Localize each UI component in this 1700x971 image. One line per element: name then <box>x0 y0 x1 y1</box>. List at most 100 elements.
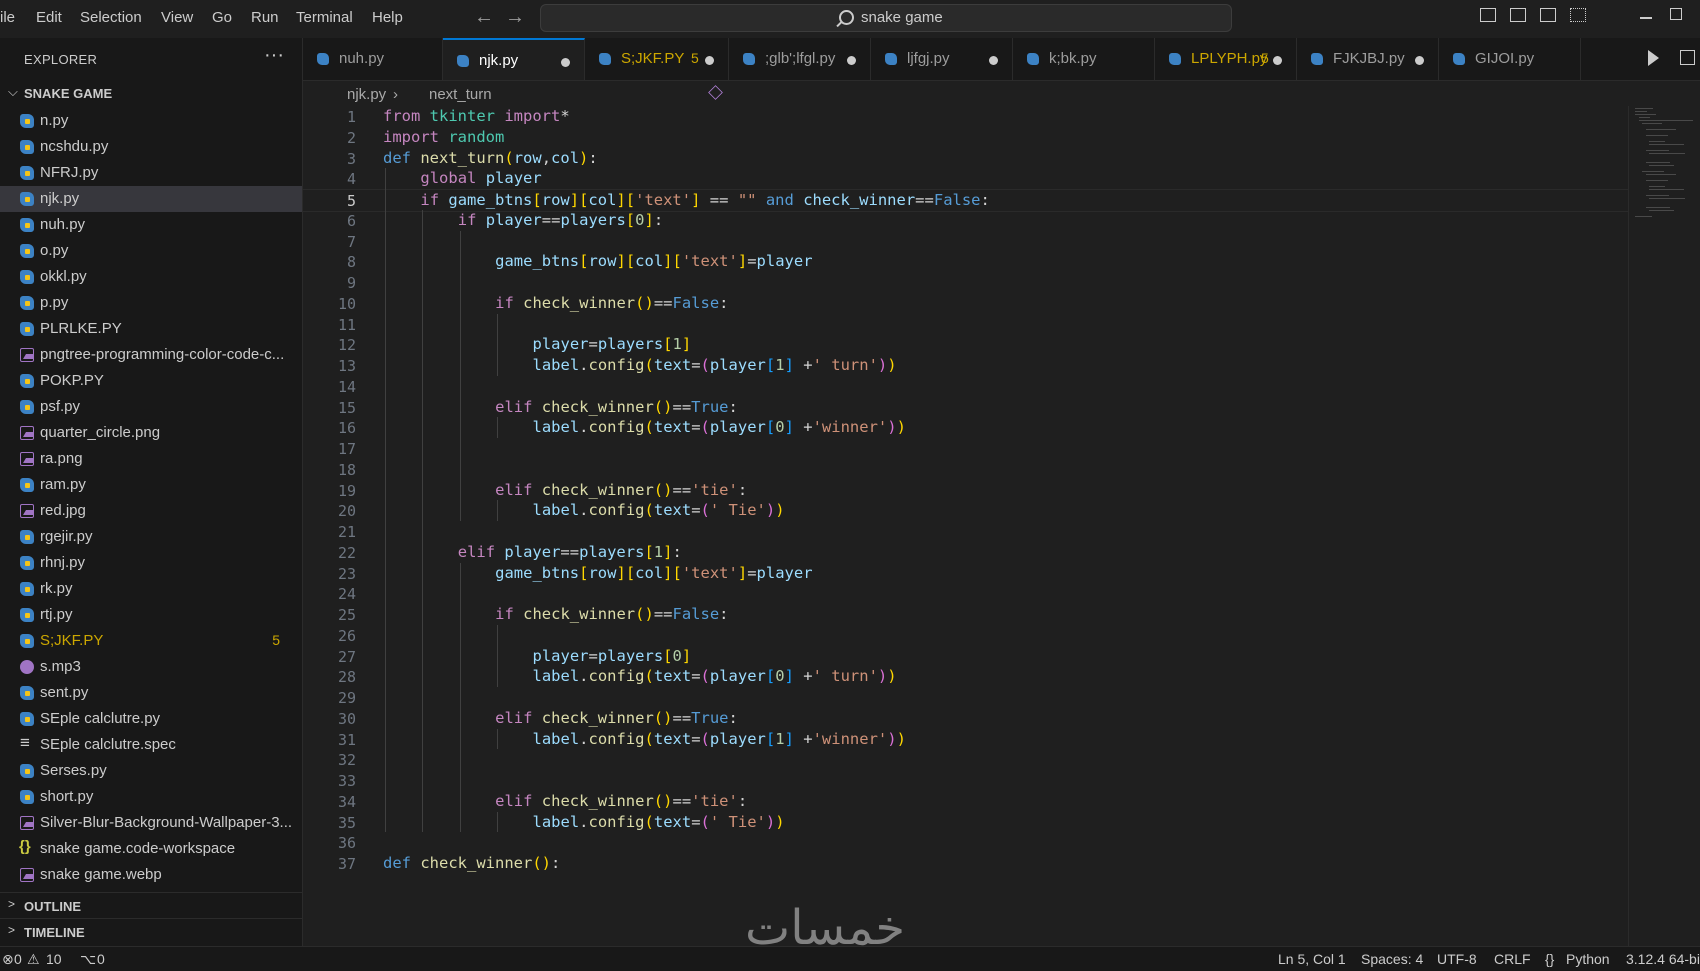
code-line[interactable]: 1 from tkinter import* <box>303 106 1628 129</box>
file-tree-item[interactable]: okkl.py <box>0 264 302 290</box>
file-tree-item[interactable]: rk.py <box>0 576 302 602</box>
editor-tab[interactable]: ;glb';lfgl.py <box>729 38 871 80</box>
editor-tab[interactable]: ljfgj.py <box>871 38 1013 80</box>
code-line[interactable]: 23 game_btns[row][col]['text']=player <box>303 563 1628 586</box>
code-line[interactable]: 24 <box>303 583 1628 606</box>
file-tree-item[interactable]: rgejir.py <box>0 524 302 550</box>
end-of-line[interactable]: CRLF <box>1494 951 1531 967</box>
code-line[interactable]: 12 player=players[1] <box>303 334 1628 357</box>
code-line[interactable]: 18 <box>303 459 1628 482</box>
run-python-file-icon[interactable] <box>1648 50 1659 66</box>
code-line[interactable]: 19 elif check_winner()=='tie': <box>303 480 1628 503</box>
file-tree-item[interactable]: snake game.webp <box>0 862 302 888</box>
warning-icon[interactable]: ⚠ <box>27 951 40 968</box>
file-tree-item[interactable]: SEple calclutre.spec <box>0 732 302 758</box>
outline-section[interactable]: > OUTLINE <box>0 892 302 919</box>
file-tree-item[interactable]: rhnj.py <box>0 550 302 576</box>
unsaved-dot-icon[interactable] <box>1415 56 1424 65</box>
file-tree-item[interactable]: nuh.py <box>0 212 302 238</box>
file-tree-item[interactable]: Serses.py <box>0 758 302 784</box>
file-tree-item[interactable]: POKP.PY <box>0 368 302 394</box>
forward-arrow-icon[interactable]: → <box>505 6 525 29</box>
split-editor-icon[interactable] <box>1680 50 1695 65</box>
code-line[interactable]: 17 <box>303 438 1628 461</box>
warning-count[interactable]: 10 <box>46 951 62 967</box>
customize-layout-icon[interactable] <box>1570 8 1586 22</box>
file-tree-item[interactable]: quarter_circle.png <box>0 420 302 446</box>
menu-terminal[interactable]: Terminal <box>296 9 353 26</box>
restore-icon[interactable] <box>1670 8 1682 20</box>
code-line[interactable]: 36 <box>303 832 1628 855</box>
timeline-section[interactable]: > TIMELINE <box>0 918 302 945</box>
code-line[interactable]: 2 import random <box>303 127 1628 150</box>
code-line[interactable]: 35 label.config(text=(' Tie')) <box>303 812 1628 835</box>
code-line[interactable]: 15 elif check_winner()==True: <box>303 397 1628 420</box>
code-line[interactable]: 33 <box>303 770 1628 793</box>
menu-selection[interactable]: Selection <box>80 9 142 26</box>
folder-header[interactable]: ⌵ SNAKE GAME <box>0 82 302 106</box>
editor-tab[interactable]: nuh.py <box>303 38 443 80</box>
command-center-search[interactable]: snake game <box>540 4 1232 32</box>
file-tree-item[interactable]: psf.py <box>0 394 302 420</box>
indentation[interactable]: Spaces: 4 <box>1361 951 1423 967</box>
menu-view[interactable]: View <box>161 9 193 26</box>
menu-edit[interactable]: Edit <box>36 9 62 26</box>
menu-file[interactable]: ile <box>0 9 15 26</box>
code-line[interactable]: 27 player=players[0] <box>303 646 1628 669</box>
code-line[interactable]: 29 <box>303 687 1628 710</box>
code-line[interactable]: 30 elif check_winner()==True: <box>303 708 1628 731</box>
minimap[interactable] <box>1628 106 1700 946</box>
code-line[interactable]: 28 label.config(text=(player[0] +' turn'… <box>303 666 1628 689</box>
code-line[interactable]: 5 if game_btns[row][col]['text'] == "" a… <box>303 189 1628 212</box>
menu-run[interactable]: Run <box>251 9 279 26</box>
file-tree-item[interactable]: s.mp3 <box>0 654 302 680</box>
code-line[interactable]: 20 label.config(text=(' Tie')) <box>303 500 1628 523</box>
code-line[interactable]: 13 label.config(text=(player[1] +' turn'… <box>303 355 1628 378</box>
toggle-secondary-sidebar-icon[interactable] <box>1540 8 1556 22</box>
code-editor[interactable]: 1 from tkinter import* 2 import random 3 def … <box>303 106 1628 946</box>
code-line[interactable]: 37 def check_winner(): <box>303 853 1628 876</box>
code-line[interactable]: 9 <box>303 272 1628 295</box>
minimize-icon[interactable] <box>1640 17 1652 19</box>
error-icon[interactable]: ⊗ <box>2 951 14 968</box>
breadcrumb-file[interactable]: njk.py <box>347 86 386 103</box>
code-line[interactable]: 31 label.config(text=(player[1] +'winner… <box>303 729 1628 752</box>
back-arrow-icon[interactable]: ← <box>474 6 494 29</box>
more-actions-icon[interactable]: ··· <box>264 44 284 67</box>
file-tree-item[interactable]: o.py <box>0 238 302 264</box>
unsaved-dot-icon[interactable] <box>561 58 570 67</box>
code-line[interactable]: 6 if player==players[0]: <box>303 210 1628 233</box>
ports-icon[interactable]: ⌥ <box>80 951 96 968</box>
editor-tab[interactable]: GIJOI.py <box>1439 38 1581 80</box>
file-tree-item[interactable]: snake game.code-workspace <box>0 836 302 862</box>
unsaved-dot-icon[interactable] <box>847 56 856 65</box>
file-tree-item[interactable]: sent.py <box>0 680 302 706</box>
encoding[interactable]: UTF-8 <box>1437 951 1477 967</box>
unsaved-dot-icon[interactable] <box>989 56 998 65</box>
code-line[interactable]: 7 <box>303 231 1628 254</box>
editor-tab[interactable]: k;bk.py <box>1013 38 1155 80</box>
file-tree-item[interactable]: ncshdu.py <box>0 134 302 160</box>
file-tree-item[interactable]: NFRJ.py <box>0 160 302 186</box>
code-line[interactable]: 16 label.config(text=(player[0] +'winner… <box>303 417 1628 440</box>
file-tree-item[interactable]: ra.png <box>0 446 302 472</box>
file-tree-item[interactable]: S;JKF.PY 5 <box>0 628 302 654</box>
code-line[interactable]: 4 global player <box>303 168 1628 191</box>
editor-tab[interactable]: LPLYPH.py 5 <box>1155 38 1297 80</box>
cursor-position[interactable]: Ln 5, Col 1 <box>1278 951 1346 967</box>
code-line[interactable]: 26 <box>303 625 1628 648</box>
code-line[interactable]: 14 <box>303 376 1628 399</box>
file-tree-item[interactable]: ram.py <box>0 472 302 498</box>
file-tree-item[interactable]: n.py <box>0 108 302 134</box>
code-line[interactable]: 3 def next_turn(row,col): <box>303 148 1628 171</box>
file-tree-item[interactable]: p.py <box>0 290 302 316</box>
breadcrumb-symbol[interactable]: next_turn <box>429 86 492 103</box>
file-tree-item[interactable]: njk.py <box>0 186 302 212</box>
ports-count[interactable]: 0 <box>97 951 105 967</box>
code-line[interactable]: 32 <box>303 749 1628 772</box>
code-line[interactable]: 10 if check_winner()==False: <box>303 293 1628 316</box>
file-tree-item[interactable]: SEple calclutre.py <box>0 706 302 732</box>
unsaved-dot-icon[interactable] <box>1273 56 1282 65</box>
file-tree-item[interactable]: rtj.py <box>0 602 302 628</box>
file-tree-item[interactable]: Silver-Blur-Background-Wallpaper-3... <box>0 810 302 836</box>
